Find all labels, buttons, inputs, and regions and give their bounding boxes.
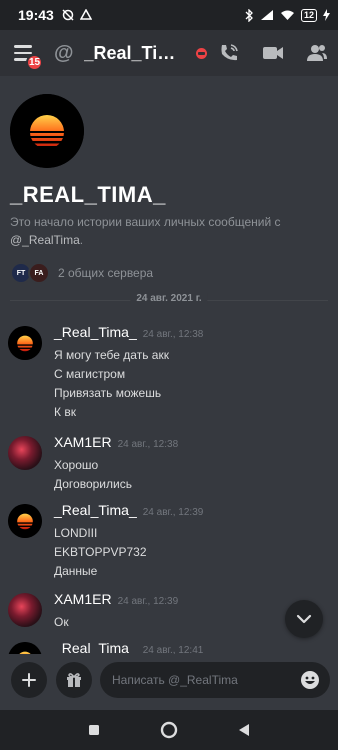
message-input-placeholder[interactable]: Написать @_RealTima [112, 673, 300, 687]
author-name[interactable]: _Real_Tima_ [54, 324, 137, 340]
dnd-status-icon [195, 47, 207, 59]
plus-icon [22, 673, 36, 687]
message-line[interactable]: LONDIII [54, 526, 97, 540]
message-line[interactable]: Данные [54, 564, 97, 578]
message-line[interactable]: К вк [54, 405, 76, 419]
message-time: 24 авг., 12:41 [142, 645, 204, 654]
people-icon[interactable] [306, 43, 328, 63]
gift-icon [67, 673, 81, 687]
message-group[interactable]: XAM1ER 24 авг., 12:38 Хорошо Договорились [8, 434, 328, 491]
charging-icon [323, 9, 330, 21]
author-name[interactable]: XAM1ER [54, 434, 112, 450]
avatar[interactable] [10, 94, 84, 168]
intro-desc-text: Это начало истории ваших личных сообщени… [10, 215, 281, 229]
author-name[interactable]: _Real_Tima_ [54, 502, 137, 518]
message-author[interactable]: XAM1ER 24 авг., 12:39 [54, 591, 178, 607]
phone-call-icon[interactable] [218, 42, 240, 64]
server-icon-2: FA [28, 262, 50, 284]
mutual-servers-label: 2 общих сервера [58, 266, 154, 280]
channel-header: 15 @ _Real_Tima... [0, 30, 338, 76]
avatar[interactable] [8, 326, 42, 360]
message-author[interactable]: _Real_Tima_ 24 авг., 12:38 [54, 324, 203, 340]
hamburger-icon[interactable]: 15 [14, 41, 43, 71]
date-divider-label: 24 авг. 2021 г. [130, 293, 208, 304]
nav-back-icon[interactable] [238, 723, 250, 737]
bluetooth-icon [245, 8, 253, 22]
date-divider: 24 авг. 2021 г. [10, 293, 328, 304]
message-line[interactable]: Я могу тебе дать акк [54, 348, 169, 362]
message-line[interactable]: EKBTOPPVP732 [54, 545, 147, 559]
notification-badge: 15 [26, 54, 43, 71]
status-left-icons [62, 9, 92, 21]
avatar[interactable] [8, 593, 42, 627]
intro-username: _REAL_TIMA_ [10, 182, 166, 207]
message-time: 24 авг., 12:39 [117, 596, 179, 607]
message-line[interactable]: Привязать можешь [54, 386, 161, 400]
intro-desc-suffix: . [79, 233, 84, 247]
message-time: 24 авг., 12:39 [142, 507, 204, 518]
message-line[interactable]: Договорились [54, 477, 132, 491]
chevron-down-icon [296, 614, 312, 624]
intro-desc-user: @_RealTima [10, 233, 80, 247]
battery-icon: 12 [300, 8, 317, 22]
nav-circle-icon[interactable] [160, 721, 178, 739]
scroll-to-bottom-button[interactable] [285, 600, 323, 638]
message-group[interactable]: XAM1ER 24 авг., 12:39 Ок [8, 591, 328, 631]
emoji-icon[interactable] [300, 670, 320, 690]
at-icon: @ [54, 41, 74, 64]
message-time: 24 авг., 12:38 [142, 329, 204, 340]
message-group[interactable]: _Real_Tima_ 24 авг., 12:38 Я могу тебе да… [8, 324, 328, 424]
message-author[interactable]: XAM1ER 24 авг., 12:38 [54, 434, 178, 450]
signal-icon [260, 10, 273, 20]
message-line[interactable]: С магистром [54, 367, 125, 381]
nav-square-icon[interactable] [88, 724, 100, 736]
message-author[interactable]: _Real_Tima_ 24 авг., 12:41 [54, 640, 203, 654]
system-nav-bar [0, 710, 338, 750]
page-title[interactable]: _Real_Tima... [84, 43, 190, 64]
mutual-servers[interactable]: FT FA 2 общих сервера [10, 262, 153, 284]
drive-icon [79, 9, 92, 20]
message-input[interactable]: Написать @_RealTima [100, 662, 330, 698]
video-camera-icon[interactable] [262, 45, 284, 61]
status-bar: 19:43 12 [0, 0, 338, 30]
sync-off-icon [62, 9, 74, 21]
add-attachment-button[interactable] [11, 662, 47, 698]
wifi-icon [280, 10, 294, 20]
message-input-bar: Написать @_RealTima [0, 654, 338, 710]
author-name[interactable]: XAM1ER [54, 591, 112, 607]
avatar[interactable] [8, 642, 42, 654]
message-line[interactable]: Ок [54, 615, 69, 629]
gift-button[interactable] [56, 662, 92, 698]
message-time: 24 авг., 12:38 [117, 439, 179, 450]
status-right-icons: 12 [244, 8, 330, 22]
message-group[interactable]: _Real_Tima_ 24 авг., 12:41 [8, 640, 328, 654]
message-group[interactable]: _Real_Tima_ 24 авг., 12:39 LONDIII EKBTOP… [8, 502, 328, 578]
author-name[interactable]: _Real_Tima_ [54, 640, 137, 654]
intro-description: Это начало истории ваших личных сообщени… [10, 213, 310, 249]
avatar[interactable] [8, 436, 42, 470]
avatar[interactable] [8, 504, 42, 538]
status-time: 19:43 [18, 7, 54, 23]
message-line[interactable]: Хорошо [54, 458, 98, 472]
message-author[interactable]: _Real_Tima_ 24 авг., 12:39 [54, 502, 203, 518]
